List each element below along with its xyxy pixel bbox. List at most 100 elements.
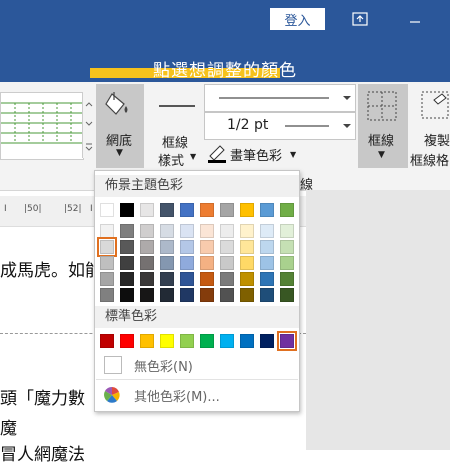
minimize-icon[interactable] — [400, 8, 430, 30]
theme-color-swatch[interactable] — [160, 203, 174, 217]
theme-color-swatch[interactable] — [180, 240, 194, 254]
theme-color-swatch[interactable] — [160, 224, 174, 238]
theme-color-swatch[interactable] — [160, 288, 174, 302]
no-color-item[interactable]: 無色彩(N) — [96, 353, 298, 377]
theme-color-swatch[interactable] — [200, 256, 214, 270]
theme-color-swatch[interactable] — [180, 224, 194, 238]
border-painter-label-2[interactable]: 框線格 — [410, 150, 449, 169]
standard-color-swatch[interactable] — [260, 334, 274, 348]
theme-color-swatch[interactable] — [280, 256, 294, 270]
theme-color-swatch[interactable] — [260, 272, 274, 286]
theme-color-swatch[interactable] — [220, 240, 234, 254]
theme-color-swatch[interactable] — [140, 272, 154, 286]
theme-color-swatch[interactable] — [240, 240, 254, 254]
borders-icon — [366, 90, 398, 126]
ruler-tick: |50| — [24, 204, 42, 214]
menu-divider — [96, 379, 298, 380]
theme-color-swatch[interactable] — [120, 256, 134, 270]
theme-color-swatch[interactable] — [100, 256, 114, 270]
no-color-swatch — [104, 356, 122, 374]
theme-color-swatch[interactable] — [260, 203, 274, 217]
theme-color-swatch[interactable] — [240, 288, 254, 302]
theme-color-swatch[interactable] — [120, 288, 134, 302]
theme-color-swatch[interactable] — [160, 272, 174, 286]
theme-color-swatch[interactable] — [180, 256, 194, 270]
border-painter-icon[interactable] — [420, 90, 450, 126]
theme-color-swatch[interactable] — [220, 203, 234, 217]
theme-color-swatch[interactable] — [180, 288, 194, 302]
theme-color-swatch[interactable] — [260, 224, 274, 238]
theme-color-swatch[interactable] — [120, 240, 134, 254]
theme-color-swatch[interactable] — [260, 240, 274, 254]
standard-color-swatch[interactable] — [240, 334, 254, 348]
theme-color-swatch[interactable] — [140, 240, 154, 254]
theme-color-swatch[interactable] — [160, 256, 174, 270]
color-wheel-icon — [103, 386, 121, 408]
theme-color-swatch[interactable] — [100, 203, 114, 217]
theme-color-swatch[interactable] — [160, 240, 174, 254]
theme-color-swatch[interactable] — [220, 288, 234, 302]
theme-color-swatch[interactable] — [100, 272, 114, 286]
theme-color-swatch[interactable] — [200, 203, 214, 217]
document-text-line[interactable]: 頭「魔力數 — [0, 384, 85, 409]
theme-colors-header: 佈景主題色彩 — [95, 175, 299, 197]
theme-color-swatch[interactable] — [280, 272, 294, 286]
theme-color-swatch[interactable] — [100, 288, 114, 302]
theme-color-swatch[interactable] — [200, 224, 214, 238]
gallery-scroll[interactable] — [82, 92, 95, 158]
more-colors-item[interactable]: 其他色彩(M)... — [96, 383, 298, 407]
standard-color-swatch[interactable] — [160, 334, 174, 348]
theme-color-swatch[interactable] — [140, 288, 154, 302]
standard-color-swatch[interactable] — [180, 334, 194, 348]
theme-color-swatch[interactable] — [240, 224, 254, 238]
table-style-gallery[interactable] — [0, 92, 84, 160]
theme-color-swatch[interactable] — [180, 272, 194, 286]
theme-color-swatch[interactable] — [200, 288, 214, 302]
border-styles-icon[interactable] — [155, 90, 199, 130]
theme-color-swatch[interactable] — [180, 203, 194, 217]
theme-color-swatch[interactable] — [140, 256, 154, 270]
standard-color-swatch[interactable] — [140, 334, 154, 348]
line-weight-dropdown[interactable]: 1/2 pt — [204, 112, 356, 140]
theme-color-swatch[interactable] — [97, 237, 117, 257]
standard-color-swatch[interactable] — [220, 334, 234, 348]
theme-color-swatch[interactable] — [240, 203, 254, 217]
tutorial-caption: 點選想調整的顏色 — [153, 61, 297, 81]
theme-color-swatch[interactable] — [220, 256, 234, 270]
theme-color-swatch[interactable] — [240, 256, 254, 270]
theme-color-swatch[interactable] — [200, 272, 214, 286]
theme-color-swatch[interactable] — [280, 203, 294, 217]
ribbon-display-icon[interactable] — [345, 8, 375, 30]
theme-color-swatch[interactable] — [280, 288, 294, 302]
paint-bucket-icon — [104, 88, 136, 122]
theme-color-swatch[interactable] — [260, 288, 274, 302]
no-color-label: 無色彩(N) — [134, 359, 193, 375]
document-text-line[interactable]: 成馬虎。如能 — [0, 256, 102, 281]
theme-color-swatch[interactable] — [240, 272, 254, 286]
theme-color-swatch[interactable] — [140, 224, 154, 238]
pen-color-label[interactable]: 畫筆色彩 — [230, 145, 282, 164]
ruler-tick: I — [90, 204, 93, 214]
theme-color-swatch[interactable] — [280, 240, 294, 254]
standard-color-swatch[interactable] — [200, 334, 214, 348]
standard-color-swatch[interactable] — [100, 334, 114, 348]
border-styles-label-2: 樣式 — [158, 154, 185, 169]
theme-color-swatch[interactable] — [120, 224, 134, 238]
theme-color-swatch[interactable] — [280, 224, 294, 238]
pen-color-icon[interactable] — [206, 142, 228, 168]
theme-color-swatch[interactable] — [220, 272, 234, 286]
theme-color-swatch[interactable] — [140, 203, 154, 217]
theme-color-swatch[interactable] — [120, 272, 134, 286]
theme-color-swatch[interactable] — [260, 256, 274, 270]
login-button[interactable]: 登入 — [270, 8, 325, 30]
theme-color-swatch[interactable] — [120, 203, 134, 217]
border-painter-label[interactable]: 複製 — [424, 130, 450, 149]
theme-color-swatch[interactable] — [100, 224, 114, 238]
line-style-dropdown[interactable] — [204, 84, 356, 112]
document-text-line[interactable]: 冒人網魔法 — [0, 440, 85, 465]
document-text-line[interactable]: 魔 — [0, 414, 17, 439]
theme-color-swatch[interactable] — [220, 224, 234, 238]
standard-color-swatch[interactable] — [120, 334, 134, 348]
theme-color-swatch[interactable] — [200, 240, 214, 254]
standard-color-swatch[interactable] — [277, 331, 297, 351]
